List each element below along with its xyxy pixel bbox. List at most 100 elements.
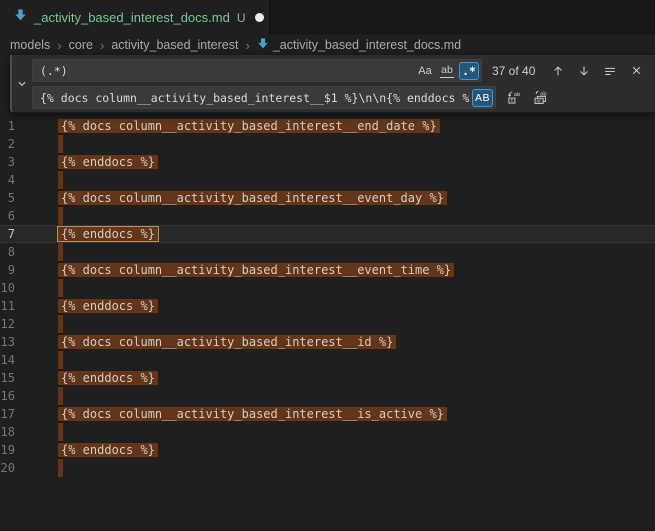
code-line[interactable]: 1 {% docs column__activity_based_interes… (0, 117, 655, 135)
find-match-empty-highlight (58, 351, 63, 369)
svg-text:ac: ac (536, 98, 542, 104)
breadcrumb: models › core › activity_based_interest … (0, 35, 655, 55)
code-line[interactable]: 13 {% docs column__activity_based_intere… (0, 333, 655, 351)
find-match-highlight: {% docs column__activity_based_interest_… (58, 119, 440, 133)
find-match-highlight: {% docs column__activity_based_interest_… (58, 263, 454, 277)
line-number[interactable]: 20 (0, 459, 15, 477)
find-match-highlight: {% enddocs %} (58, 155, 158, 169)
line-number[interactable]: 9 (0, 261, 15, 279)
line-content: {% enddocs %} (61, 297, 155, 315)
replace-all-button[interactable]: ab ac (530, 88, 550, 108)
breadcrumb-item-core[interactable]: core (69, 38, 93, 52)
line-number[interactable]: 6 (0, 207, 15, 225)
find-match-empty-highlight (58, 423, 63, 441)
code-line[interactable]: 17 {% docs column__activity_based_intere… (0, 405, 655, 423)
code-line[interactable]: 4 (0, 171, 655, 189)
markdown-file-icon (257, 37, 273, 53)
breadcrumb-item-activity-based-interest[interactable]: activity_based_interest (111, 38, 238, 52)
code-line[interactable]: 18 (0, 423, 655, 441)
line-content: {% enddocs %} (61, 441, 155, 459)
whole-word-toggle[interactable]: ab (437, 62, 457, 80)
find-match-empty-highlight (58, 207, 63, 225)
line-number[interactable]: 10 (0, 279, 15, 297)
line-content: {% docs column__activity_based_interest_… (61, 189, 444, 207)
code-line[interactable]: 11 {% enddocs %} (0, 297, 655, 315)
line-number[interactable]: 16 (0, 387, 15, 405)
line-number[interactable]: 17 (0, 405, 15, 423)
line-number[interactable]: 1 (0, 117, 15, 135)
code-line[interactable]: 15 {% enddocs %} (0, 369, 655, 387)
svg-text:ab: ab (513, 92, 519, 98)
find-match-empty-highlight (58, 387, 63, 405)
line-number[interactable]: 15 (0, 369, 15, 387)
line-number[interactable]: 12 (0, 315, 15, 333)
find-in-selection-icon[interactable] (600, 61, 620, 81)
code-line[interactable]: 9 {% docs column__activity_based_interes… (0, 261, 655, 279)
code-line[interactable]: 8 (0, 243, 655, 261)
replace-value-text: {% docs column__activity_based_interest_… (40, 91, 470, 105)
find-match-highlight: {% enddocs %} (58, 443, 158, 457)
git-status-badge: U (237, 11, 246, 25)
find-match-highlight: {% docs column__activity_based_interest_… (58, 335, 396, 349)
code-line[interactable]: 10 (0, 279, 655, 297)
tab-filename: _activity_based_interest_docs.md (34, 10, 230, 25)
modified-dot-icon[interactable] (255, 13, 264, 22)
code-area: 1 {% docs column__activity_based_interes… (0, 117, 655, 477)
find-query-text: (.*) (40, 64, 413, 78)
line-number[interactable]: 18 (0, 423, 15, 441)
line-number[interactable]: 13 (0, 333, 15, 351)
find-match-highlight: {% docs column__activity_based_interest_… (58, 191, 447, 205)
code-line[interactable]: 6 (0, 207, 655, 225)
line-number[interactable]: 7 (0, 225, 15, 243)
code-line[interactable]: 2 (0, 135, 655, 153)
find-match-highlight: {% enddocs %} (58, 371, 158, 385)
replace-input[interactable]: {% docs column__activity_based_interest_… (32, 86, 496, 109)
code-line[interactable]: 20 (0, 459, 655, 477)
find-input[interactable]: (.*) Aa ab .* (32, 59, 482, 82)
find-replace-widget: (.*) Aa ab .* 37 of 40 (10, 55, 655, 113)
code-line[interactable]: 7 {% enddocs %} (0, 225, 655, 243)
toggle-replace-button[interactable] (14, 62, 30, 106)
match-count: 37 of 40 (492, 64, 548, 78)
breadcrumb-item-models[interactable]: models (10, 38, 50, 52)
line-content: {% enddocs %} (61, 369, 155, 387)
breadcrumb-item-file[interactable]: _activity_based_interest_docs.md (257, 37, 461, 53)
previous-match-button[interactable] (548, 61, 568, 81)
line-number[interactable]: 19 (0, 441, 15, 459)
replace-button[interactable]: ab c (504, 88, 524, 108)
code-line[interactable]: 19 {% enddocs %} (0, 441, 655, 459)
svg-text:c: c (510, 98, 513, 104)
find-match-empty-highlight (58, 243, 63, 261)
code-line[interactable]: 14 (0, 351, 655, 369)
line-number[interactable]: 4 (0, 171, 15, 189)
line-number[interactable]: 8 (0, 243, 15, 261)
next-match-button[interactable] (574, 61, 594, 81)
find-match-empty-highlight (58, 459, 63, 477)
find-match-empty-highlight (58, 315, 63, 333)
line-number[interactable]: 5 (0, 189, 15, 207)
code-line[interactable]: 5 {% docs column__activity_based_interes… (0, 189, 655, 207)
code-line[interactable]: 3 {% enddocs %} (0, 153, 655, 171)
chevron-right-icon: › (100, 38, 104, 53)
find-match-empty-highlight (58, 171, 63, 189)
close-icon[interactable] (626, 61, 646, 81)
line-number[interactable]: 3 (0, 153, 15, 171)
find-match-highlight: {% enddocs %} (58, 299, 158, 313)
find-row: (.*) Aa ab .* 37 of 40 (32, 59, 650, 82)
markdown-file-icon (14, 8, 27, 27)
find-match-highlight: {% docs column__activity_based_interest_… (58, 407, 447, 421)
line-number[interactable]: 2 (0, 135, 15, 153)
line-number[interactable]: 11 (0, 297, 15, 315)
find-match-highlight: {% enddocs %} (58, 227, 158, 241)
tab-active-file[interactable]: _activity_based_interest_docs.md U (0, 0, 270, 35)
line-number[interactable]: 14 (0, 351, 15, 369)
code-line[interactable]: 16 (0, 387, 655, 405)
find-match-empty-highlight (58, 135, 63, 153)
chevron-right-icon: › (245, 38, 249, 53)
match-case-toggle[interactable]: Aa (415, 62, 435, 80)
chevron-right-icon: › (57, 38, 61, 53)
line-content: {% docs column__activity_based_interest_… (61, 117, 437, 135)
regex-toggle[interactable]: .* (459, 62, 479, 80)
preserve-case-toggle[interactable]: AB (472, 89, 493, 107)
code-line[interactable]: 12 (0, 315, 655, 333)
